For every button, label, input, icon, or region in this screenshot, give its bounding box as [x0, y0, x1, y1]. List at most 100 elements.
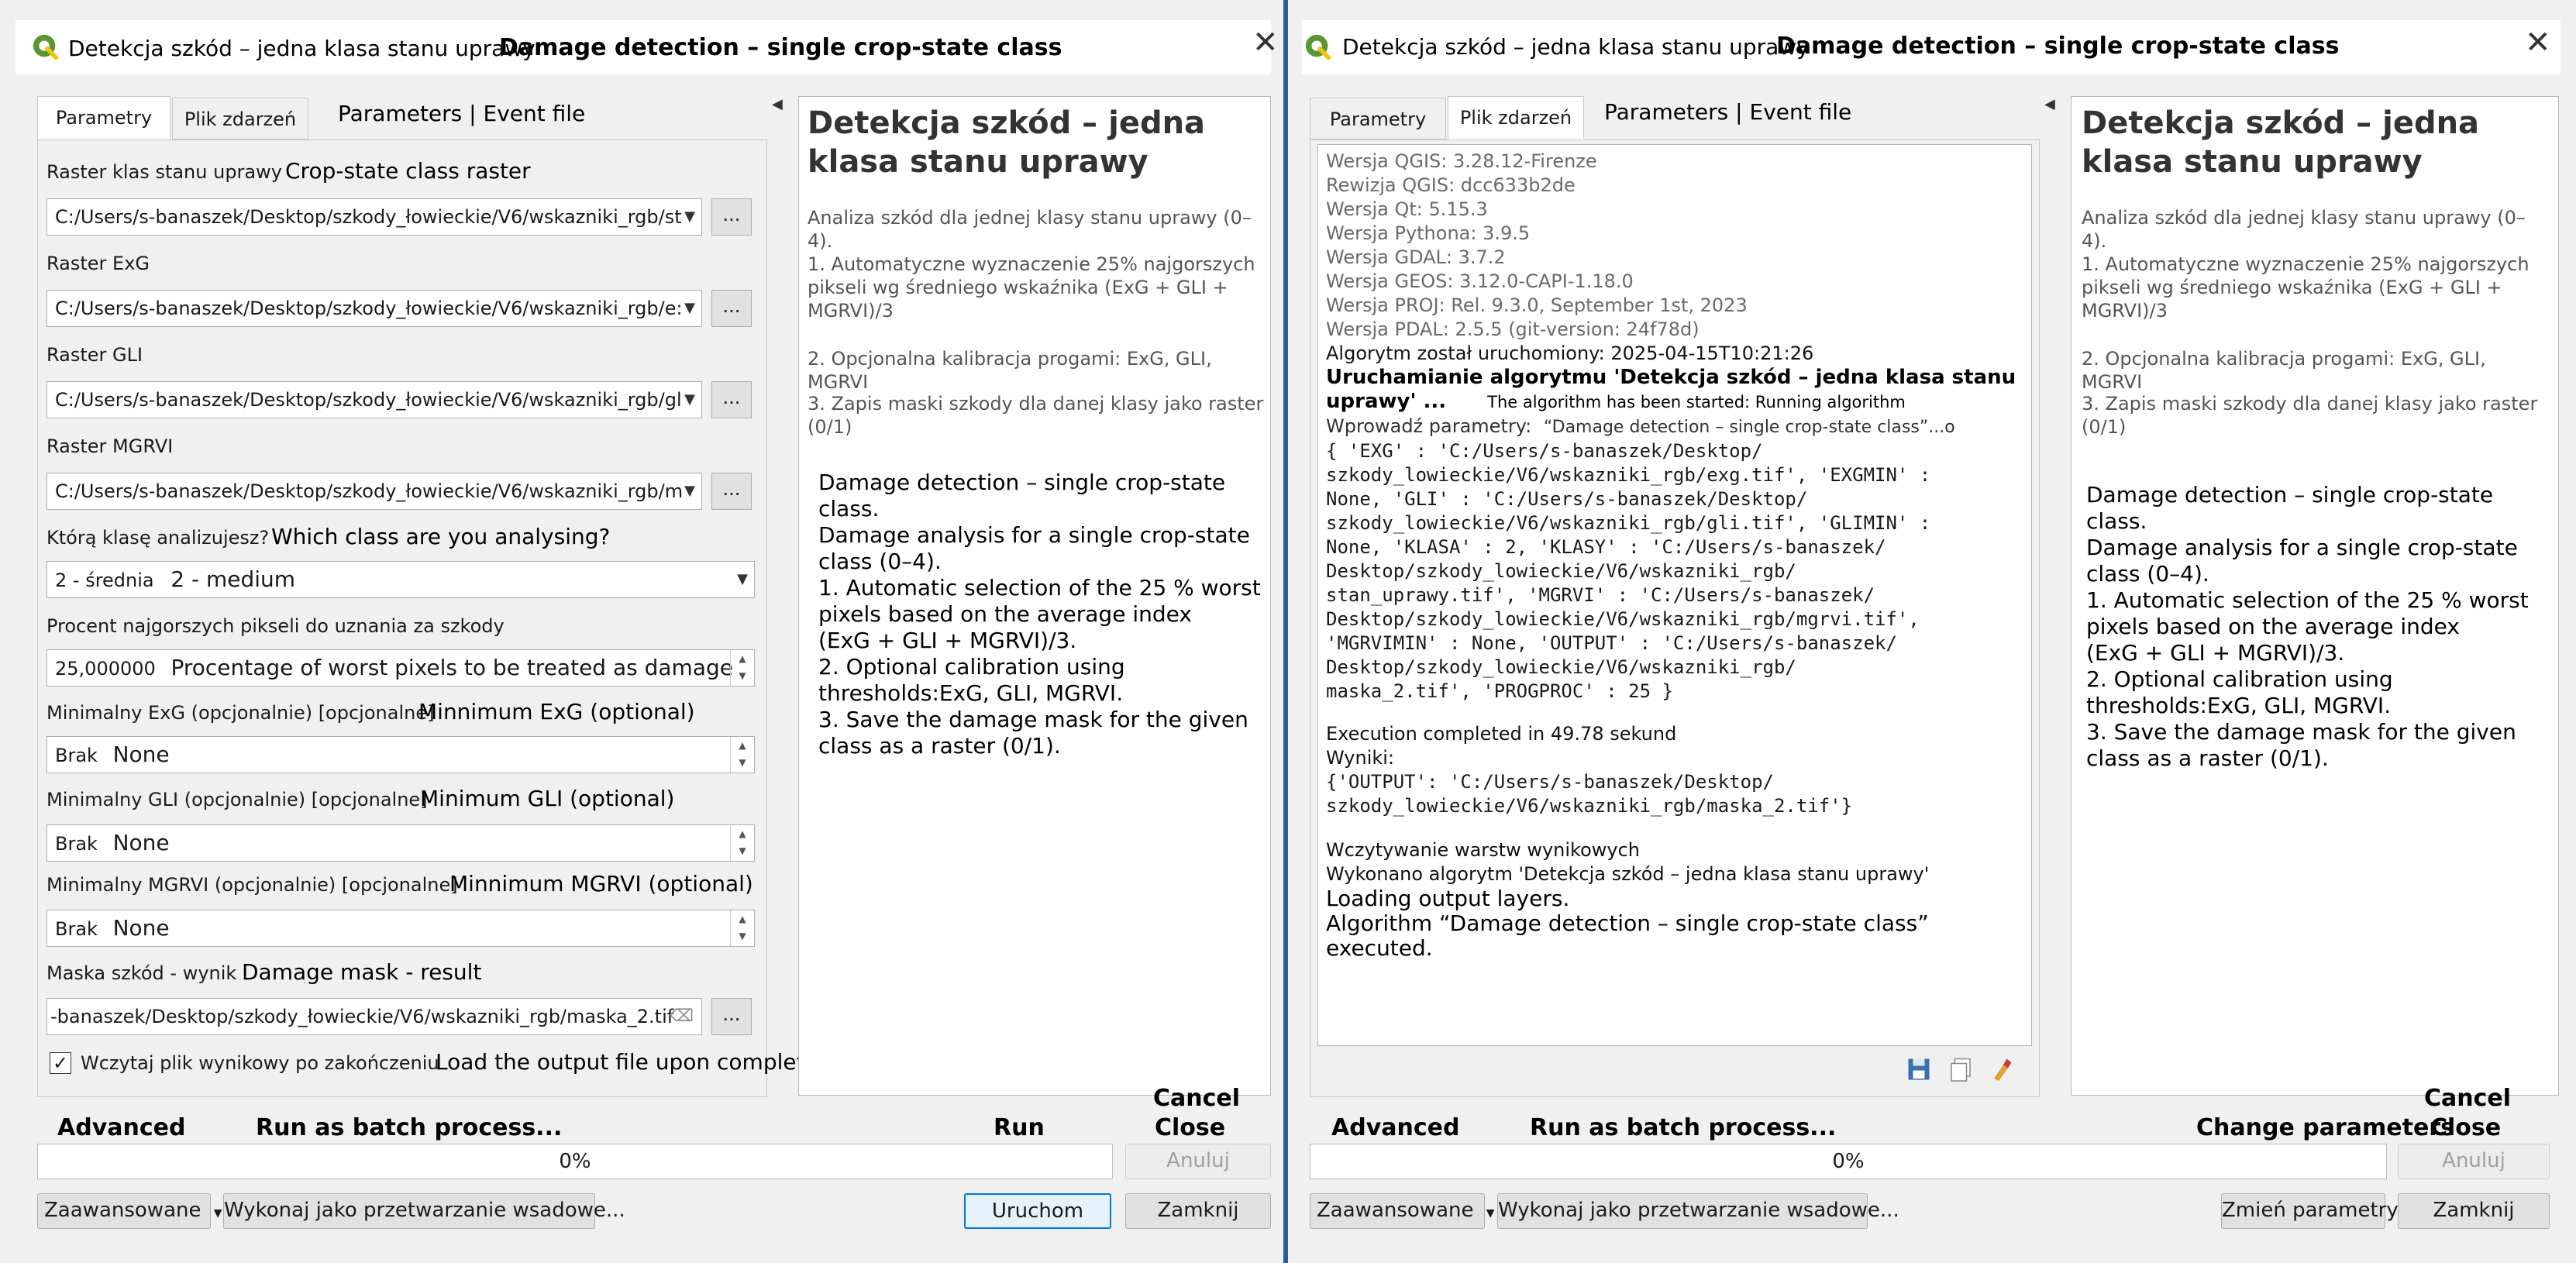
help-en-line: class as a raster (0/1). — [2086, 745, 2329, 771]
cancel-button[interactable]: Anuluj — [2398, 1144, 2550, 1179]
min-mgrvi-spinbox[interactable]: Brak None ▲ ▼ — [46, 910, 755, 947]
percent-label: Procent najgorszych pikseli do uznania z… — [46, 615, 505, 637]
collapse-arrow-icon[interactable]: ◀ — [2044, 96, 2055, 112]
log-results-line: szkody_lowieckie/V6/wskazniki_rgb/maska_… — [1326, 795, 1853, 817]
help-en-line: class (0–4). — [2086, 561, 2209, 587]
raster-gli-label: Raster GLI — [46, 344, 143, 366]
help-title: Detekcja szkód – jedna klasa stanu upraw… — [2082, 105, 2480, 180]
run-batch-button[interactable]: Wykonaj jako przetwarzanie wsadowe... — [223, 1193, 625, 1229]
log-running-cont: uprawy' ... The algorithm has been start… — [1326, 390, 1906, 413]
clear-field-icon[interactable]: ⌫ — [670, 999, 694, 1034]
help-en-line: (ExG + GLI + MGRVI)/3. — [2086, 640, 2345, 666]
log-params-line: None, 'KLASA' : 2, 'KLASY' : 'C:/Users/s… — [1326, 536, 1886, 558]
min-exg-label-en: Minnimum ExG (optional) — [418, 699, 695, 724]
output-file-input[interactable]: -banaszek/Desktop/szkody_łowieckie/V6/ws… — [46, 998, 702, 1035]
raster-class-combo[interactable]: C:/Users/s-banaszek/Desktop/szkody_łowie… — [46, 198, 702, 236]
log-results-line: {'OUTPUT': 'C:/Users/s-banaszek/Desktop/ — [1326, 771, 1774, 793]
window-title-pl: Detekcja szkód – jedna klasa stanu upraw… — [68, 36, 536, 61]
log-version-line: Wersja PDAL: 2.5.5 (git-version: 24f78d) — [1326, 318, 1700, 340]
close-icon[interactable]: ✕ — [2525, 25, 2551, 60]
min-exg-spinbox[interactable]: Brak None ▲ ▼ — [46, 736, 755, 773]
change-parameters-button[interactable]: Zmień parametry — [2221, 1193, 2399, 1229]
raster-mgrvi-browse-button[interactable]: ... — [711, 473, 752, 510]
raster-exg-combo[interactable]: C:/Users/s-banaszek/Desktop/szkody_łowie… — [46, 290, 702, 327]
run-batch-button[interactable]: Wykonaj jako przetwarzanie wsadowe... — [1497, 1193, 1899, 1229]
close-button[interactable]: Zamknij — [2398, 1193, 2550, 1229]
min-mgrvi-label-en: Minnimum MGRVI (optional) — [449, 871, 753, 896]
log-en-line: Algorithm “Damage detection – single cro… — [1326, 910, 1929, 936]
close-icon[interactable]: ✕ — [1252, 25, 1279, 60]
cancel-en-label: Cancel — [2424, 1085, 2512, 1112]
raster-mgrvi-combo[interactable]: C:/Users/s-banaszek/Desktop/szkody_łowie… — [46, 473, 702, 510]
log-version-line: Wersja Pythona: 3.9.5 — [1326, 222, 1531, 244]
help-intro: Analiza szkód dla jednej klasy stanu upr… — [808, 207, 1252, 252]
change-params-en-label: Change parameters — [2196, 1114, 2454, 1141]
spin-icon[interactable]: ▲ ▼ — [730, 650, 754, 686]
tab-parameters[interactable]: Parametry — [37, 96, 170, 139]
output-label: Maska szkód - wynik — [46, 962, 237, 984]
log-params-line: maska_2.tif', 'PROGPROC' : 25 } — [1326, 680, 1673, 702]
log-version-line: Wersja GDAL: 3.7.2 — [1326, 246, 1506, 268]
log-params-line: Desktop/szkody_lowieckie/V6/wskazniki_rg… — [1326, 560, 1796, 582]
load-output-label-en: Load the output file upon completion — [436, 1049, 839, 1075]
copy-icon[interactable] — [1947, 1055, 1975, 1083]
right-dialog-window: Detekcja szkód – jedna klasa stanu upraw… — [1288, 0, 2576, 1263]
help-en-line: Damage analysis for a single crop-state — [2086, 535, 2518, 560]
close-en-label: Close — [2430, 1114, 2502, 1141]
advanced-button[interactable]: Zaawansowane ▼ — [37, 1193, 222, 1229]
chevron-down-icon: ▼ — [1486, 1207, 1495, 1220]
raster-class-label: Raster klas stanu uprawy — [46, 161, 282, 183]
collapse-arrow-icon[interactable]: ◀ — [772, 96, 783, 112]
tab-event-file[interactable]: Plik zdarzeń — [1448, 96, 1584, 139]
cancel-en-label: Cancel — [1153, 1085, 1241, 1112]
load-output-checkbox[interactable]: ✓ — [50, 1052, 71, 1074]
advanced-en-label: Advanced — [1331, 1114, 1460, 1141]
chevron-down-icon: ▼ — [684, 300, 695, 316]
help-point-1: 1. Automatyczne wyznaczenie 25% najgorsz… — [808, 253, 1255, 322]
percent-spinbox[interactable]: 25,000000 Procentage of worst pixels to … — [46, 649, 755, 687]
raster-gli-combo[interactable]: C:/Users/s-banaszek/Desktop/szkody_łowie… — [46, 381, 702, 418]
advanced-button[interactable]: Zaawansowane ▼ — [1310, 1193, 1495, 1229]
chevron-down-icon: ▼ — [684, 208, 695, 225]
clear-icon[interactable] — [1987, 1055, 2015, 1083]
spin-icon[interactable]: ▲ ▼ — [730, 910, 754, 946]
min-gli-spinbox[interactable]: Brak None ▲ ▼ — [46, 824, 755, 862]
help-point-2: 2. Opcjonalna kalibracja progami: ExG, G… — [2082, 348, 2486, 393]
output-browse-button[interactable]: ... — [711, 998, 752, 1035]
close-button[interactable]: Zamknij — [1125, 1193, 1271, 1229]
tab-event-file[interactable]: Plik zdarzeń — [172, 98, 308, 139]
progress-bar: 0% — [1310, 1144, 2387, 1179]
raster-class-label-en: Crop-state class raster — [285, 158, 531, 184]
help-en-line: thresholds:ExG, GLI, MGRVI. — [818, 680, 1124, 706]
qgis-logo-icon — [1305, 34, 1331, 60]
log-version-line: Wersja GEOS: 3.12.0-CAPI-1.18.0 — [1326, 270, 1634, 292]
class-select-label-en: Which class are you analysing? — [271, 524, 611, 549]
min-exg-label: Minimalny ExG (opcjonalnie) [opcjonalne] — [46, 702, 435, 724]
class-select-combo[interactable]: 2 - średnia 2 - medium ▼ — [46, 561, 755, 598]
log-output[interactable]: Wersja QGIS: 3.28.12-Firenze Rewizja QGI… — [1317, 144, 2032, 1046]
help-en-line: (ExG + GLI + MGRVI)/3. — [818, 628, 1077, 653]
run-en-label: Run — [994, 1114, 1045, 1141]
raster-gli-browse-button[interactable]: ... — [711, 381, 752, 418]
spin-icon[interactable]: ▲ ▼ — [730, 825, 754, 861]
right-title-bar: Detekcja szkód – jedna klasa stanu upraw… — [1302, 20, 2561, 74]
help-en-line: 2. Optional calibration using — [818, 654, 1125, 680]
spin-icon[interactable]: ▲ ▼ — [730, 737, 754, 773]
raster-class-browse-button[interactable]: ... — [711, 198, 752, 236]
log-version-line: Wersja QGIS: 3.28.12-Firenze — [1326, 150, 1597, 172]
raster-exg-label: Raster ExG — [46, 253, 150, 274]
help-point-3: 3. Zapis maski szkody dla danej klasy ja… — [2082, 393, 2538, 438]
help-en-line: thresholds:ExG, GLI, MGRVI. — [2086, 693, 2392, 718]
log-params-line: Desktop/szkody_lowieckie/V6/wskazniki_rg… — [1326, 608, 1920, 630]
cancel-button[interactable]: Anuluj — [1125, 1144, 1271, 1179]
tab-parameters[interactable]: Parametry — [1310, 98, 1446, 139]
log-params-line: { 'EXG' : 'C:/Users/s-banaszek/Desktop/ — [1326, 440, 1763, 462]
log-version-line: Wersja PROJ: Rel. 9.3.0, September 1st, … — [1326, 294, 1748, 316]
help-point-2: 2. Opcjonalna kalibracja progami: ExG, G… — [808, 348, 1212, 393]
log-started: Algorytm został uruchomiony: 2025-04-15T… — [1326, 342, 1814, 364]
raster-exg-browse-button[interactable]: ... — [711, 290, 752, 327]
left-title-bar: Detekcja szkód – jedna klasa stanu upraw… — [15, 20, 1279, 74]
save-icon[interactable] — [1905, 1055, 1933, 1083]
run-button[interactable]: Uruchom — [964, 1193, 1111, 1229]
progress-bar: 0% — [37, 1144, 1113, 1179]
